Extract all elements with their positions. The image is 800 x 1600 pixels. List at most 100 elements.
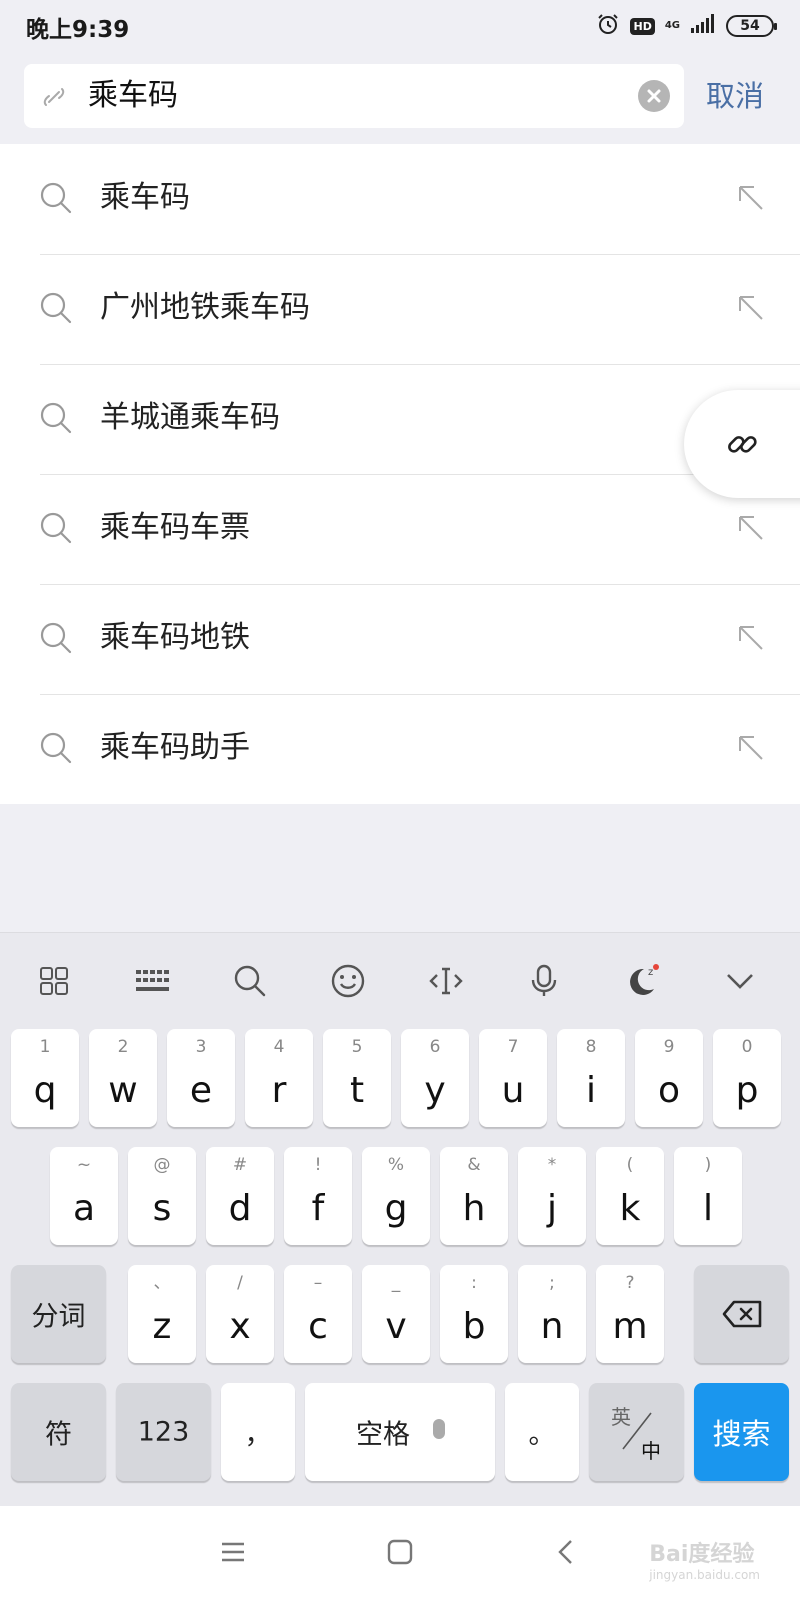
key-sub-label: ! xyxy=(314,1155,322,1175)
microphone-icon[interactable] xyxy=(523,960,565,1002)
key-b[interactable]: :b xyxy=(440,1265,508,1363)
search-icon xyxy=(38,510,74,546)
fill-arrow-icon[interactable] xyxy=(736,183,766,213)
search-icon xyxy=(38,730,74,766)
alarm-icon xyxy=(596,12,620,40)
suggestion-item[interactable]: 乘车码助手 xyxy=(0,694,800,804)
key-sub-label: 2 xyxy=(117,1037,129,1057)
night-mode-icon[interactable]: z xyxy=(621,960,663,1002)
key-sub-label: 、 xyxy=(153,1273,171,1293)
key-label: h xyxy=(462,1188,486,1229)
floating-link-button[interactable] xyxy=(684,390,800,498)
key-m[interactable]: ? m xyxy=(596,1265,664,1363)
suggestion-item[interactable]: 羊城通乘车码 xyxy=(0,364,800,474)
key-o[interactable]: 9o xyxy=(635,1029,703,1127)
status-time: 晚上9:39 xyxy=(26,17,130,43)
key-q[interactable]: 1q xyxy=(11,1029,79,1127)
fill-arrow-icon[interactable] xyxy=(736,623,766,653)
key-label: 符 xyxy=(45,1419,72,1451)
back-icon[interactable] xyxy=(556,1538,576,1570)
key-e[interactable]: 3e xyxy=(167,1029,235,1127)
language-switch-key[interactable]: 英 中 xyxy=(589,1383,684,1481)
key-w[interactable]: 2w xyxy=(89,1029,157,1127)
key-sub-label: 1 xyxy=(39,1037,51,1057)
key-n[interactable]: ; n xyxy=(518,1265,586,1363)
grid-menu-icon[interactable] xyxy=(33,960,75,1002)
suggestion-item[interactable]: 乘车码地铁 xyxy=(0,584,800,694)
key-sub-label: 9 xyxy=(663,1037,675,1057)
fill-arrow-icon[interactable] xyxy=(736,733,766,763)
symbol-key[interactable]: 符 xyxy=(11,1383,106,1481)
key-label: 。 xyxy=(528,1419,556,1451)
key-sub-label: ( xyxy=(626,1155,634,1175)
svg-text:z: z xyxy=(648,967,653,978)
cursor-move-icon[interactable] xyxy=(425,960,467,1002)
suggestion-item[interactable]: 乘车码 xyxy=(0,144,800,254)
microphone-icon xyxy=(433,1419,445,1439)
hd-badge: HD xyxy=(630,17,655,35)
key-i[interactable]: 8i xyxy=(557,1029,625,1127)
number-key[interactable]: 123 xyxy=(116,1383,211,1481)
key-u[interactable]: 7u xyxy=(479,1029,547,1127)
key-x[interactable]: / x xyxy=(206,1265,274,1363)
key-s[interactable]: @ s xyxy=(128,1147,196,1245)
key-label: j xyxy=(546,1188,557,1229)
keyboard-layout-icon[interactable] xyxy=(131,960,173,1002)
key-label: f xyxy=(311,1188,325,1229)
fenci-key[interactable]: 分词 xyxy=(11,1265,106,1363)
home-icon[interactable] xyxy=(386,1538,414,1570)
search-input[interactable]: 乘车码 xyxy=(24,64,684,128)
key-label: ， xyxy=(244,1419,272,1451)
key-r[interactable]: 4r xyxy=(245,1029,313,1127)
key-t[interactable]: 5t xyxy=(323,1029,391,1127)
key-sub-label: _ xyxy=(391,1273,401,1293)
period-key[interactable]: 。 xyxy=(505,1383,579,1481)
key-p[interactable]: 0p xyxy=(713,1029,781,1127)
key-label: z xyxy=(152,1306,172,1347)
key-y[interactable]: 6y xyxy=(401,1029,469,1127)
key-label: 空格 xyxy=(356,1419,410,1451)
key-z[interactable]: 、 z xyxy=(128,1265,196,1363)
clear-icon[interactable] xyxy=(638,80,670,112)
comma-key[interactable]: ， xyxy=(221,1383,295,1481)
chain-link-icon xyxy=(728,436,757,453)
suggestion-item[interactable]: 乘车码车票 xyxy=(0,474,800,584)
search-key[interactable]: 搜索 xyxy=(694,1383,789,1481)
emoji-icon[interactable] xyxy=(327,960,369,1002)
fill-arrow-icon[interactable] xyxy=(736,293,766,323)
search-icon[interactable] xyxy=(229,960,271,1002)
key-label: n xyxy=(540,1306,564,1347)
key-a[interactable]: ~ a xyxy=(50,1147,118,1245)
key-sub-label: 0 xyxy=(741,1037,753,1057)
key-label: g xyxy=(384,1188,408,1229)
search-icon xyxy=(38,180,74,216)
key-label: 分词 xyxy=(31,1301,86,1333)
signal-icon xyxy=(690,14,716,38)
menu-icon[interactable] xyxy=(220,1540,246,1568)
suggestion-text: 乘车码 xyxy=(100,180,190,215)
key-k[interactable]: (k xyxy=(596,1147,664,1245)
key-c[interactable]: – c xyxy=(284,1265,352,1363)
key-l[interactable]: ) l xyxy=(674,1147,742,1245)
key-j[interactable]: * j xyxy=(518,1147,586,1245)
key-label: b xyxy=(462,1306,486,1347)
key-v[interactable]: _ v xyxy=(362,1265,430,1363)
key-sub-label: 6 xyxy=(429,1037,441,1057)
fill-arrow-icon[interactable] xyxy=(736,513,766,543)
key-label: m xyxy=(612,1306,648,1347)
watermark-url: jingyan.baidu.com xyxy=(649,1568,760,1582)
collapse-keyboard-icon[interactable] xyxy=(719,960,761,1002)
suggestion-item[interactable]: 广州地铁乘车码 xyxy=(0,254,800,364)
cancel-button[interactable]: 取消 xyxy=(706,78,764,114)
key-sub-label: ) xyxy=(704,1155,712,1175)
space-key[interactable]: 空格 xyxy=(305,1383,495,1481)
key-sub-label: * xyxy=(547,1155,557,1175)
key-label: s xyxy=(152,1188,172,1229)
search-icon xyxy=(38,400,74,436)
search-query[interactable]: 乘车码 xyxy=(88,78,178,114)
key-f[interactable]: ! f xyxy=(284,1147,352,1245)
key-d[interactable]: # d xyxy=(206,1147,274,1245)
backspace-key[interactable] xyxy=(694,1265,789,1363)
key-g[interactable]: % g xyxy=(362,1147,430,1245)
key-h[interactable]: & h xyxy=(440,1147,508,1245)
